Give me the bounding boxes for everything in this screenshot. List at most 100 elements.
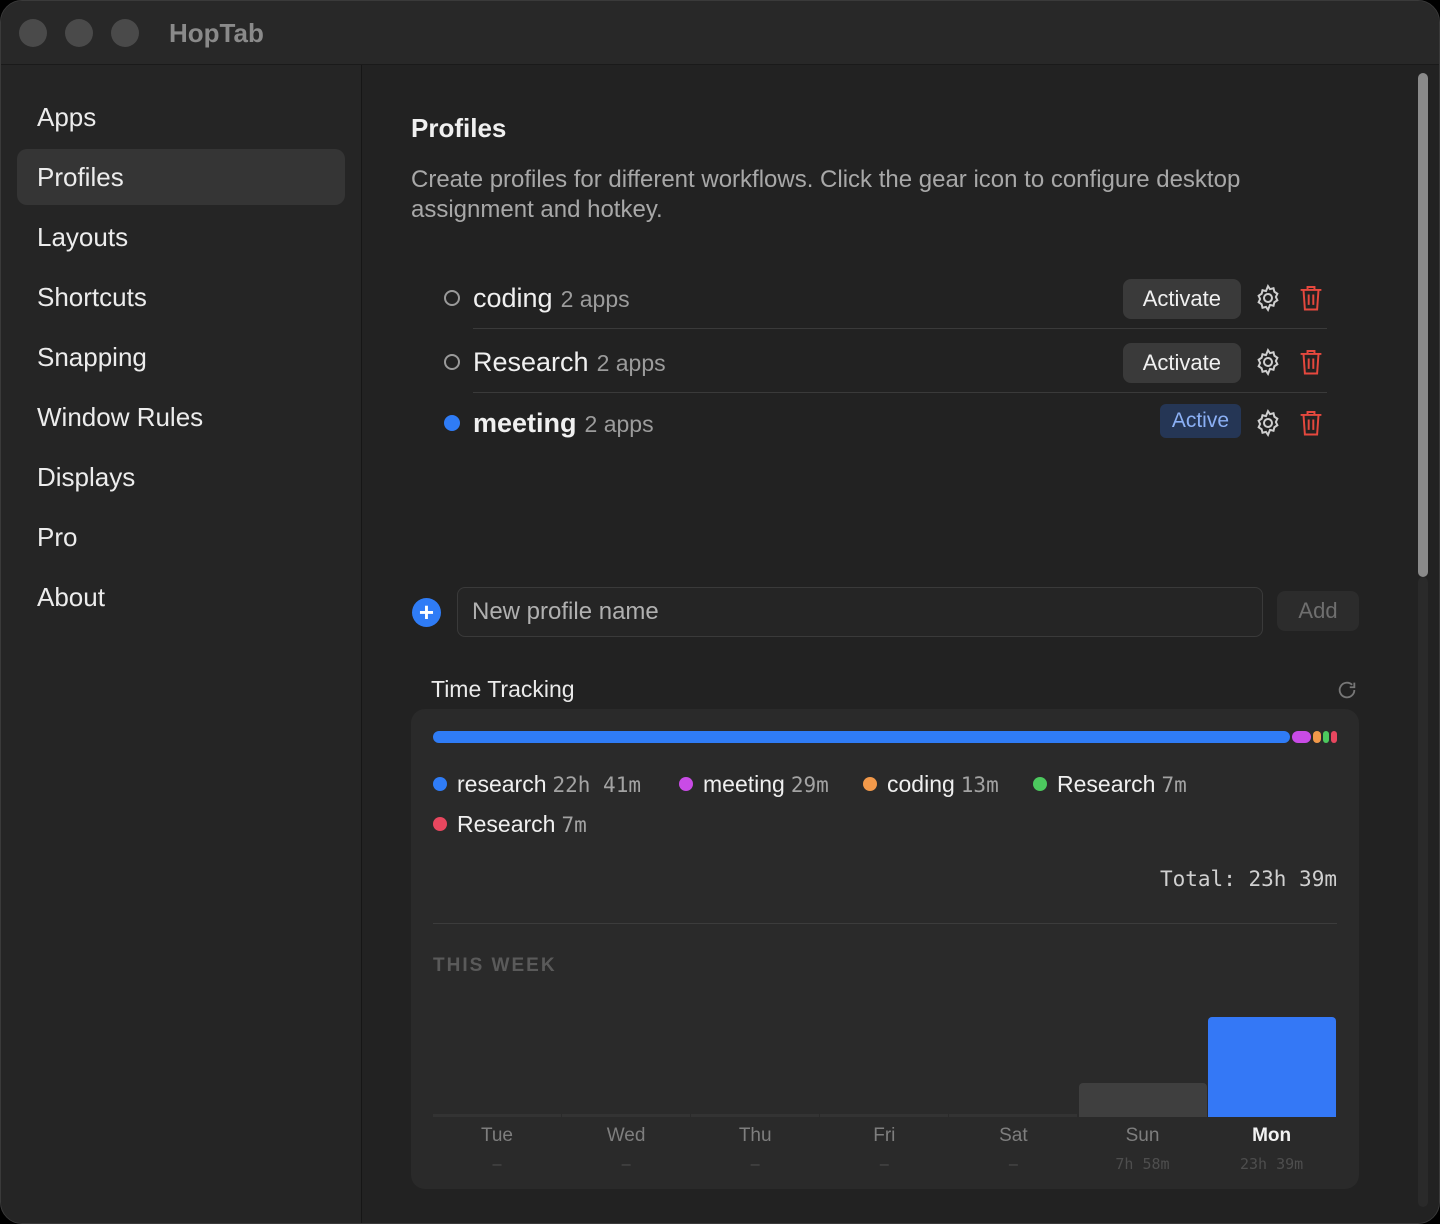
day-bar	[433, 1114, 561, 1117]
legend-duration: 7m	[1161, 773, 1187, 797]
day-label: Tue	[480, 1125, 514, 1146]
page-title: Profiles	[411, 113, 507, 143]
day-value: –	[492, 1155, 502, 1173]
time-tracking-title: Time Tracking	[431, 676, 575, 702]
time-distribution-bar	[433, 731, 1337, 743]
activate-button[interactable]: Activate	[1122, 343, 1241, 383]
day-bar	[1207, 1017, 1336, 1117]
legend-dot	[863, 777, 877, 791]
day-label: Fri	[873, 1125, 896, 1146]
day-value: 23h 39m	[1239, 1155, 1304, 1173]
sidebar-item-apps[interactable]: Apps	[17, 89, 345, 145]
day-label: Sat	[999, 1125, 1028, 1146]
weekly-bar-chart: Tue – Wed – Thu – Fri – Sat – Sun 7h 58m Mon 23h 39m	[433, 999, 1337, 1179]
trash-icon[interactable]	[1297, 347, 1325, 377]
sidebar-item-window-rules[interactable]: Window Rules	[17, 389, 345, 445]
distribution-segment-research	[433, 731, 1291, 743]
page-description: Create profiles for different workflows.…	[411, 166, 1241, 223]
day-bar	[949, 1114, 1078, 1117]
total-time: Total: 23h 39m	[1159, 867, 1337, 891]
week-label: THIS WEEK	[433, 955, 557, 976]
divider	[433, 923, 1337, 924]
profile-name: coding 2 apps	[473, 283, 630, 314]
sidebar-item-snapping[interactable]: Snapping	[17, 329, 345, 385]
legend-dot	[1033, 777, 1047, 791]
day-column-tue: Tue –	[433, 999, 562, 1179]
profile-radio[interactable]	[444, 354, 460, 370]
profile-row-research: Research 2 apps Activate	[443, 329, 1327, 393]
profile-app-count: 2 apps	[560, 286, 630, 312]
sidebar-item-about[interactable]: About	[17, 569, 345, 625]
profile-app-count: 2 apps	[584, 411, 654, 437]
profile-row-meeting: meeting 2 apps Active	[443, 390, 1327, 454]
sidebar-item-displays[interactable]: Displays	[17, 449, 345, 505]
new-profile-name-input[interactable]	[457, 587, 1263, 637]
gear-icon[interactable]	[1253, 283, 1283, 313]
sidebar-item-shortcuts[interactable]: Shortcuts	[17, 269, 345, 325]
gear-icon[interactable]	[1253, 347, 1283, 377]
legend-label: Research	[1057, 771, 1156, 797]
sidebar-item-profiles[interactable]: Profiles	[17, 149, 345, 205]
active-badge: Active	[1159, 404, 1241, 438]
legend-label: Research	[457, 811, 556, 837]
legend-dot	[679, 777, 693, 791]
distribution-segment-meeting	[1292, 731, 1311, 743]
day-column-mon: Mon 23h 39m	[1207, 999, 1337, 1179]
day-value: –	[879, 1155, 889, 1173]
day-bar	[562, 1114, 691, 1117]
profile-app-count: 2 apps	[596, 350, 666, 376]
legend-duration: 7m	[561, 813, 587, 837]
sidebar-item-pro[interactable]: Pro	[17, 509, 345, 565]
scrollbar[interactable]	[1405, 65, 1439, 1223]
day-column-wed: Wed –	[562, 999, 691, 1179]
profile-radio[interactable]	[444, 290, 460, 306]
profile-name-text: Research	[473, 347, 589, 377]
legend-item: coding 13m	[863, 771, 999, 798]
day-label: Thu	[738, 1125, 772, 1146]
day-bar	[820, 1114, 949, 1117]
distribution-segment-research	[1331, 731, 1337, 743]
day-column-thu: Thu –	[691, 999, 820, 1179]
trash-icon[interactable]	[1297, 408, 1325, 438]
legend-label: coding	[887, 771, 955, 797]
refresh-icon[interactable]	[1336, 679, 1358, 701]
legend-item: meeting 29m	[679, 771, 829, 798]
gear-icon[interactable]	[1253, 408, 1283, 438]
day-value: 7h 58m	[1115, 1155, 1170, 1173]
legend-item: research 22h 41m	[433, 771, 641, 798]
day-label: Wed	[606, 1125, 646, 1146]
day-bar	[1078, 1083, 1207, 1117]
day-column-fri: Fri –	[820, 999, 949, 1179]
sidebar: Apps Profiles Layouts Shortcuts Snapping…	[1, 65, 362, 1223]
add-profile-button[interactable]: Add	[1277, 591, 1359, 631]
trash-icon[interactable]	[1297, 283, 1325, 313]
legend-duration: 29m	[790, 773, 829, 797]
zoom-window-button[interactable]	[111, 19, 139, 47]
legend-item: Research 7m	[433, 811, 587, 838]
profile-name-text: coding	[473, 283, 553, 313]
minimize-window-button[interactable]	[65, 19, 93, 47]
legend-dot	[433, 777, 447, 791]
legend-label: meeting	[703, 771, 785, 797]
legend-dot	[433, 817, 447, 831]
profile-name: meeting 2 apps	[473, 408, 654, 439]
day-bar	[691, 1114, 820, 1117]
distribution-segment-research	[1323, 731, 1329, 743]
profile-radio-selected[interactable]	[444, 415, 460, 431]
day-value: –	[1008, 1155, 1018, 1173]
day-value: –	[750, 1155, 760, 1173]
day-column-sun: Sun 7h 58m	[1078, 999, 1208, 1179]
legend-label: research	[457, 771, 547, 797]
close-window-button[interactable]	[19, 19, 47, 47]
sidebar-item-layouts[interactable]: Layouts	[17, 209, 345, 265]
day-label: Mon	[1252, 1125, 1292, 1146]
scrollbar-thumb[interactable]	[1418, 73, 1428, 577]
legend-item: Research 7m	[1033, 771, 1187, 798]
activate-button[interactable]: Activate	[1122, 279, 1241, 319]
day-column-sat: Sat –	[949, 999, 1078, 1179]
scrollbar-rail	[1418, 577, 1428, 1207]
plus-icon[interactable]: +	[412, 598, 441, 627]
legend-duration: 22h 41m	[552, 773, 641, 797]
main-content: Profiles Create profiles for different w…	[363, 65, 1439, 1223]
profile-row-coding: coding 2 apps Activate	[443, 265, 1327, 329]
